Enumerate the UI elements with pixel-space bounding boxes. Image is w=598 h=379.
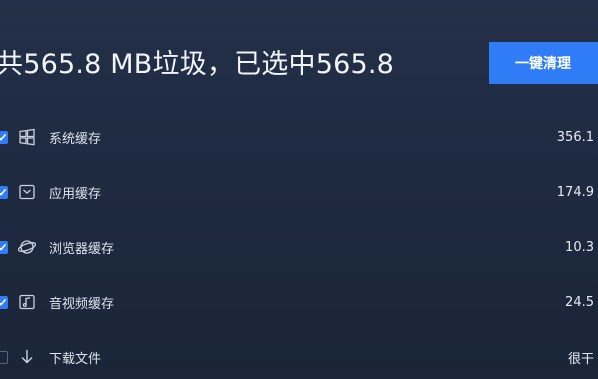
one-click-clean-button[interactable]: 一键清理 [489, 42, 598, 84]
item-checkbox[interactable] [0, 130, 8, 144]
item-label: 应用缓存 [49, 186, 102, 202]
item-label: 下载文件 [49, 351, 102, 367]
app-window-icon [18, 183, 36, 201]
item-checkbox[interactable] [0, 350, 8, 364]
cache-item-row[interactable]: 应用缓存 174.9 [0, 176, 598, 208]
download-arrow-icon [18, 348, 36, 366]
cleanup-summary-title: 共565.8 MB垃圾，已选中565.8 [0, 49, 394, 80]
item-label: 音视频缓存 [49, 296, 115, 312]
item-size: 10.3 [565, 239, 594, 255]
cache-item-row[interactable]: 浏览器缓存 10.3 [0, 231, 598, 263]
item-label: 系统缓存 [49, 131, 102, 147]
cache-item-row[interactable]: 系统缓存 356.1 [0, 121, 598, 153]
browser-globe-icon [18, 238, 36, 256]
item-size: 24.5 [565, 294, 594, 310]
cache-item-row[interactable]: 下载文件 很干 [0, 341, 598, 373]
item-size: 174.9 [556, 184, 594, 200]
media-note-icon [18, 293, 36, 311]
item-checkbox[interactable] [0, 295, 8, 309]
item-size: 很干 [567, 351, 594, 367]
item-label: 浏览器缓存 [49, 241, 115, 257]
windows-icon [18, 128, 36, 146]
item-checkbox[interactable] [0, 185, 8, 199]
cache-item-row[interactable]: 音视频缓存 24.5 [0, 286, 598, 318]
item-checkbox[interactable] [0, 240, 8, 254]
item-size: 356.1 [556, 129, 594, 145]
